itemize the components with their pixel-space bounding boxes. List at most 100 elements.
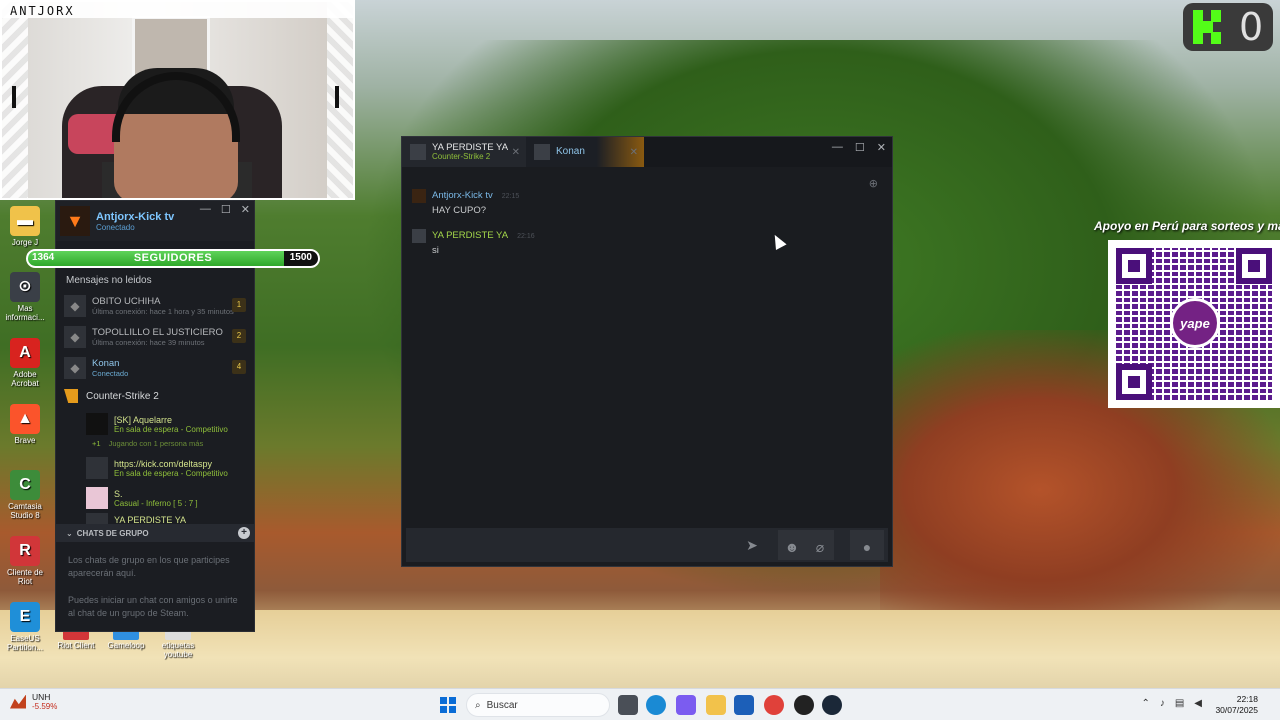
desktop-icon-brave[interactable]: ▲ Brave bbox=[2, 404, 48, 446]
microphone-icon[interactable]: ♪ bbox=[1160, 698, 1165, 709]
search-icon: ⌕ bbox=[475, 699, 481, 711]
clock[interactable]: 22:18 30/07/2025 bbox=[1215, 694, 1258, 716]
desktop-icon-label: Jorge J bbox=[11, 238, 39, 247]
avatar: ◆ bbox=[64, 325, 86, 348]
acrobat-icon: A bbox=[10, 338, 40, 368]
avatar bbox=[86, 487, 108, 509]
desktop-icon-label: Brave bbox=[14, 436, 36, 445]
followers-label: SEGUIDORES bbox=[133, 252, 213, 264]
desktop-icon-label: EaseUS Partition... bbox=[6, 634, 43, 652]
kick-count: 0 bbox=[1239, 5, 1264, 49]
unread-badge: 4 bbox=[232, 360, 246, 374]
edge-icon[interactable] bbox=[646, 695, 666, 715]
close-tab-icon[interactable]: ✕ bbox=[512, 147, 520, 158]
riot-icon: R bbox=[10, 536, 40, 566]
desktop-icon-riot[interactable]: R Cliente de Riot bbox=[2, 536, 48, 587]
followers-goal-bar: 1364 SEGUIDORES 1500 bbox=[26, 249, 320, 268]
webcam-overlay: ANTJORX bbox=[0, 0, 355, 200]
taskbar-search[interactable]: ⌕ Buscar bbox=[466, 693, 610, 717]
friend-row-konan[interactable]: ◆ Konan Conectado 4 bbox=[56, 352, 254, 383]
emoticon-icon[interactable]: ☻ bbox=[780, 537, 804, 557]
user-name[interactable]: Antjorx-Kick tv bbox=[96, 211, 174, 223]
avatar bbox=[86, 413, 108, 435]
friends-header: ▼ Antjorx-Kick tv Conectado — ☐ ✕ bbox=[56, 201, 254, 241]
steam-chat-window: YA PERDISTE YA Counter-Strike 2 ✕ Konan … bbox=[401, 136, 893, 567]
chat-input-field[interactable]: ➤ ☻ ⌀ ● bbox=[406, 528, 888, 562]
obs-icon[interactable] bbox=[794, 695, 814, 715]
user-avatar[interactable]: ▼ bbox=[60, 206, 90, 236]
desktop-icon-info[interactable]: ⊙ Mas informaci... bbox=[2, 272, 48, 323]
unread-label: Mensajes no leidos bbox=[66, 275, 152, 286]
chat-tabs: YA PERDISTE YA Counter-Strike 2 ✕ Konan … bbox=[402, 137, 892, 167]
task-view-icon[interactable] bbox=[618, 695, 638, 715]
store-icon[interactable] bbox=[734, 695, 754, 715]
chevron-up-icon[interactable]: ⌃ bbox=[1141, 698, 1149, 709]
add-friend-to-chat-icon[interactable]: ⊕ bbox=[869, 177, 878, 190]
folder-icon: ▬ bbox=[10, 206, 40, 236]
avatar bbox=[86, 457, 108, 479]
friend-row-topollillo[interactable]: ◆ TOPOLLILLO EL JUSTICIERO Última conexi… bbox=[56, 321, 254, 352]
chat-message: YA PERDISTE YA 22:16 si bbox=[402, 229, 545, 256]
steam-icon[interactable] bbox=[822, 695, 842, 715]
file-explorer-icon[interactable] bbox=[706, 695, 726, 715]
friend-row-s[interactable]: S. Casual - Inferno [ 5 : 7 ] bbox=[56, 483, 254, 513]
unread-badge: 1 bbox=[232, 298, 246, 312]
avatar: ◆ bbox=[64, 356, 86, 379]
friend-row-obito[interactable]: ◆ OBITO UCHIHA Última conexión: hace 1 h… bbox=[56, 290, 254, 321]
search-placeholder: Buscar bbox=[486, 699, 518, 711]
easeus-icon: E bbox=[10, 602, 40, 632]
volume-icon[interactable]: ◀ bbox=[1194, 698, 1202, 709]
maximize-icon[interactable]: ☐ bbox=[855, 141, 865, 154]
avatar bbox=[410, 144, 426, 160]
tab-ya-perdiste-ya[interactable]: YA PERDISTE YA Counter-Strike 2 ✕ bbox=[402, 137, 526, 167]
chrome-icon[interactable] bbox=[764, 695, 784, 715]
desktop-icon-label: Adobe Acrobat bbox=[11, 370, 39, 388]
desktop-icon-easeus[interactable]: E EaseUS Partition... bbox=[2, 602, 48, 653]
avatar bbox=[412, 189, 426, 203]
minimize-icon[interactable]: — bbox=[832, 141, 843, 154]
info-icon: ⊙ bbox=[10, 272, 40, 302]
copilot-icon[interactable] bbox=[676, 695, 696, 715]
yape-qr-code: yape bbox=[1108, 240, 1280, 408]
attach-icon[interactable]: ⌀ bbox=[808, 537, 832, 557]
desktop-icon-folder[interactable]: ▬ Jorge J bbox=[2, 206, 48, 248]
maximize-icon[interactable]: ☐ bbox=[221, 203, 231, 216]
avatar bbox=[412, 229, 426, 243]
desktop-icon-camtasia[interactable]: C Camtasia Studio 8 bbox=[2, 470, 48, 521]
group-chats-header[interactable]: ⌄ CHATS DE GRUPO + bbox=[56, 524, 254, 542]
minimize-icon[interactable]: — bbox=[200, 203, 211, 216]
avatar: ◆ bbox=[64, 294, 86, 317]
desktop-icon-label: Camtasia Studio 8 bbox=[8, 502, 42, 520]
desktop-icon-etiquetas-youtube[interactable]: etiquetas youtube bbox=[154, 630, 202, 660]
friend-row-deltaspy[interactable]: https://kick.com/deltaspy En sala de esp… bbox=[56, 453, 254, 483]
close-icon[interactable]: ✕ bbox=[877, 141, 886, 154]
network-icon[interactable]: ▤ bbox=[1175, 698, 1184, 709]
desktop-icon-riot-client[interactable]: Riot Client bbox=[52, 630, 100, 651]
user-status: Conectado bbox=[96, 222, 135, 232]
tab-konan[interactable]: Konan ✕ bbox=[526, 137, 644, 167]
unread-badge: 2 bbox=[232, 329, 246, 343]
close-tab-icon[interactable]: ✕ bbox=[630, 147, 638, 158]
followers-goal: 1500 bbox=[283, 251, 318, 266]
desktop-icon-label: Mas informaci... bbox=[5, 304, 45, 322]
close-icon[interactable]: ✕ bbox=[241, 203, 250, 216]
stock-widget[interactable]: UNH -5.59% bbox=[10, 692, 57, 711]
send-icon[interactable]: ➤ bbox=[740, 535, 764, 555]
friend-row-aquelarre[interactable]: [SK] Aquelarre En sala de espera - Compe… bbox=[56, 409, 254, 439]
stock-chart-icon bbox=[10, 694, 26, 709]
desktop-icon-acrobat[interactable]: A Adobe Acrobat bbox=[2, 338, 48, 389]
chat-message: Antjorx-Kick tv 22:15 HAY CUPO? bbox=[402, 189, 529, 216]
game-group-header[interactable]: Counter-Strike 2 bbox=[56, 383, 254, 409]
group-chats-empty-text: Los chats de grupo en los que participes… bbox=[68, 555, 238, 619]
system-tray: ⌃ ♪ ▤ ◀ bbox=[1141, 698, 1202, 709]
kick-logo-icon bbox=[1191, 10, 1225, 44]
brave-icon: ▲ bbox=[10, 404, 40, 434]
taskbar: UNH -5.59% ⌕ Buscar ⌃ ♪ ▤ ◀ 22:18 30/07/… bbox=[0, 688, 1280, 720]
counter-strike-icon bbox=[64, 389, 78, 403]
avatar bbox=[534, 144, 550, 160]
desktop-icon-gameloop[interactable]: Gameloop bbox=[102, 630, 150, 651]
party-note: +1 Jugando con 1 persona más bbox=[92, 439, 204, 448]
start-button[interactable] bbox=[440, 697, 456, 713]
add-group-chat-icon[interactable]: + bbox=[238, 527, 250, 539]
voice-chat-icon[interactable]: ● bbox=[855, 537, 879, 557]
